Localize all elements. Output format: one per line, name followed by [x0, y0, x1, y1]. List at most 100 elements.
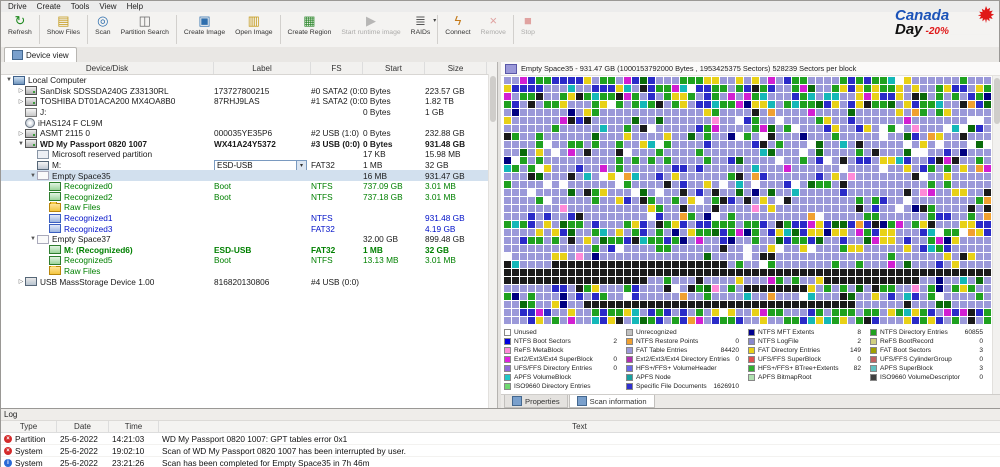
- device-row-asmt-2115-0[interactable]: ▷ASMT 2115 0000035YE35P6#2 USB (1:0)0 By…: [1, 128, 497, 139]
- expand-arrow-icon[interactable]: ▷: [17, 130, 25, 137]
- device-row-j-[interactable]: J:0 Bytes1 GB: [1, 107, 497, 118]
- dropdown-arrow-icon[interactable]: ▾: [433, 17, 436, 24]
- legend-checkbox[interactable]: [626, 374, 633, 381]
- legend-checkbox[interactable]: [626, 356, 633, 363]
- device-row-raw-files[interactable]: Raw Files: [1, 266, 497, 277]
- device-row-empty-space35[interactable]: ▼Empty Space3516 MB931.47 GB: [1, 170, 497, 181]
- device-row-raw-files[interactable]: Raw Files: [1, 202, 497, 213]
- legend-checkbox[interactable]: [626, 338, 633, 345]
- expand-arrow-icon[interactable]: ▼: [17, 141, 25, 147]
- sector-block-map[interactable]: [504, 77, 991, 324]
- legend-checkbox[interactable]: [626, 329, 633, 336]
- chevron-down-icon[interactable]: ▾: [296, 161, 306, 170]
- legend-checkbox[interactable]: [504, 365, 511, 372]
- legend-checkbox[interactable]: [626, 365, 633, 372]
- log-row[interactable]: ×Partition25-6-202214:21:03WD My Passpor…: [1, 433, 1000, 445]
- remove-button[interactable]: ×Remove: [476, 12, 511, 47]
- connect-button[interactable]: ϟConnect: [440, 12, 475, 47]
- expand-arrow-icon[interactable]: ▷: [17, 87, 25, 94]
- legend-checkbox[interactable]: [504, 383, 511, 390]
- map-block: [976, 125, 983, 132]
- scrollbar-thumb[interactable]: [490, 76, 496, 122]
- tab-scan-information[interactable]: Scan information: [569, 395, 655, 408]
- column-header-label[interactable]: Label: [214, 62, 311, 74]
- map-block: [816, 205, 823, 212]
- expand-arrow-icon[interactable]: ▷: [17, 98, 25, 105]
- legend-checkbox[interactable]: [870, 356, 877, 363]
- legend-checkbox[interactable]: [748, 338, 755, 345]
- legend-checkbox[interactable]: [870, 365, 877, 372]
- expand-arrow-icon[interactable]: ▷: [17, 278, 25, 285]
- device-row-m-recognized6-[interactable]: M: (Recognized6)ESD-USBFAT321 MB32 GB: [1, 245, 497, 256]
- column-header-size[interactable]: Size: [425, 62, 487, 74]
- legend-checkbox[interactable]: [870, 347, 877, 354]
- device-row-recognized5[interactable]: Recognized5BootNTFS13.13 MB3.01 MB: [1, 255, 497, 266]
- volume-label-combobox[interactable]: ESD-USB▾: [214, 160, 307, 171]
- legend-checkbox[interactable]: [870, 374, 877, 381]
- legend-checkbox[interactable]: [504, 356, 511, 363]
- device-row-sandisk-sdssda240g-z33130rl[interactable]: ▷SanDisk SDSSDA240G Z33130RL173727800215…: [1, 86, 497, 97]
- start-runtime-image-button[interactable]: ▶Start runtime image: [336, 12, 405, 47]
- device-tree-scrollbar[interactable]: [488, 74, 497, 408]
- scrollbar-thumb[interactable]: [994, 78, 1000, 124]
- device-row-local-computer[interactable]: ▼Local Computer: [1, 75, 497, 86]
- device-row-empty-space37[interactable]: ▼Empty Space3732.00 GB899.48 GB: [1, 234, 497, 245]
- log-row[interactable]: iSystem25-6-202223:21:26Scan has been co…: [1, 457, 1000, 467]
- device-row-recognized3[interactable]: Recognized3FAT324.19 GB: [1, 223, 497, 234]
- raids-button[interactable]: ≣▾RAIDs: [406, 12, 436, 47]
- map-block: [624, 181, 631, 188]
- scan-button[interactable]: ◎Scan: [90, 12, 116, 47]
- device-row-recognized1[interactable]: Recognized1NTFS931.48 GB: [1, 213, 497, 224]
- legend-checkbox[interactable]: [870, 338, 877, 345]
- legend-checkbox[interactable]: [626, 347, 633, 354]
- device-row-microsoft-reserved-partition[interactable]: Microsoft reserved partition17 KB15.98 M…: [1, 149, 497, 160]
- cell-size: 931.48 GB: [425, 139, 487, 150]
- map-block: [744, 189, 751, 196]
- tab-properties[interactable]: Properties: [504, 395, 568, 408]
- legend-checkbox[interactable]: [626, 383, 633, 390]
- menu-tools[interactable]: Tools: [66, 2, 95, 11]
- legend-checkbox[interactable]: [748, 356, 755, 363]
- device-row-wd-my-passport-0820-1007[interactable]: ▼WD My Passport 0820 1007WX41A24Y5372#3 …: [1, 139, 497, 150]
- device-row-recognized0[interactable]: Recognized0BootNTFS737.09 GB3.01 MB: [1, 181, 497, 192]
- map-block: [600, 117, 607, 124]
- column-header-start[interactable]: Start: [363, 62, 425, 74]
- menu-drive[interactable]: Drive: [3, 2, 32, 11]
- expand-arrow-icon[interactable]: ▼: [29, 173, 37, 179]
- legend-checkbox[interactable]: [504, 329, 511, 336]
- menu-view[interactable]: View: [94, 2, 121, 11]
- cell-size: [425, 117, 487, 128]
- expand-arrow-icon[interactable]: ▼: [5, 77, 13, 83]
- tab-device-view[interactable]: Device view: [4, 47, 77, 62]
- legend-checkbox[interactable]: [748, 365, 755, 372]
- device-row-ihas124-f-cl9m[interactable]: iHAS124 F CL9M: [1, 117, 497, 128]
- legend-checkbox[interactable]: [504, 338, 511, 345]
- log-row[interactable]: ×System25-6-202219:02:10Scan of WD My Pa…: [1, 445, 1000, 457]
- refresh-button[interactable]: ↻Refresh: [3, 12, 37, 47]
- legend-checkbox[interactable]: [748, 347, 755, 354]
- device-row-usb-massstorage-device-1-00[interactable]: ▷USB MassStorage Device 1.00816820130806…: [1, 276, 497, 287]
- open-image-button[interactable]: ▥Open Image: [230, 12, 277, 47]
- map-block: [544, 141, 551, 148]
- create-region-button[interactable]: ▦Create Region: [283, 12, 337, 47]
- menu-create[interactable]: Create: [32, 2, 66, 11]
- device-row-m-[interactable]: M:ESD-USB▾FAT321 MB32 GB: [1, 160, 497, 171]
- map-block: [864, 93, 871, 100]
- legend-checkbox[interactable]: [504, 347, 511, 354]
- partition-search-button[interactable]: ◫Partition Search: [116, 12, 174, 47]
- create-image-button[interactable]: ▣Create Image: [179, 12, 230, 47]
- device-row-toshiba-dt01aca200-mx4oa8b0[interactable]: ▷TOSHIBA DT01ACA200 MX4OA8B087RHJ9LAS#1 …: [1, 96, 497, 107]
- column-header-device-disk[interactable]: Device/Disk: [1, 62, 214, 74]
- map-block: [816, 165, 823, 172]
- expand-arrow-icon[interactable]: ▼: [29, 236, 37, 242]
- legend-checkbox[interactable]: [504, 374, 511, 381]
- legend-checkbox[interactable]: [870, 329, 877, 336]
- stop-button[interactable]: ■Stop: [516, 12, 540, 47]
- menu-help[interactable]: Help: [122, 2, 148, 11]
- scan-scrollbar[interactable]: [992, 76, 1000, 394]
- legend-checkbox[interactable]: [748, 329, 755, 336]
- column-header-fs[interactable]: FS: [311, 62, 363, 74]
- device-row-recognized2[interactable]: Recognized2BootNTFS737.18 GB3.01 MB: [1, 192, 497, 203]
- legend-checkbox[interactable]: [748, 374, 755, 381]
- show-files-button[interactable]: ▤Show Files: [42, 12, 85, 47]
